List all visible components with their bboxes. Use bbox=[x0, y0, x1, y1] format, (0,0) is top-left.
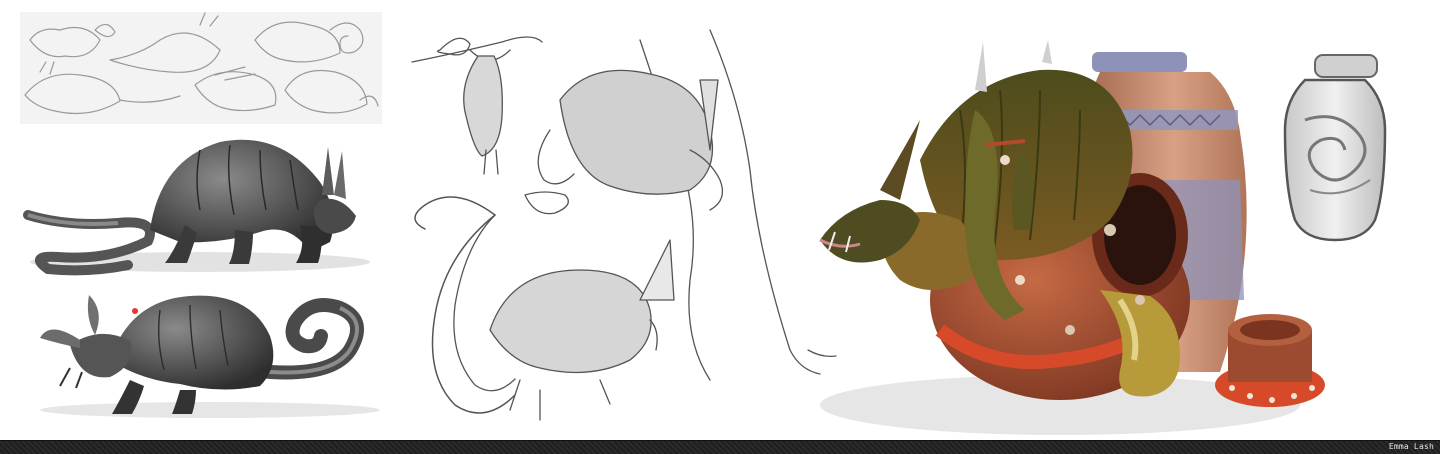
concept-art-sheet bbox=[0, 0, 1440, 453]
red-dot-marker bbox=[132, 308, 138, 314]
glass-jar-with-creature bbox=[1283, 54, 1387, 242]
thumbnail-sketch-strip bbox=[20, 12, 382, 124]
line-sketches-panel bbox=[411, 29, 837, 421]
footer-bar bbox=[0, 440, 1440, 454]
lid-on-ground bbox=[1215, 314, 1325, 407]
gray-creature-render-bottom bbox=[40, 295, 380, 418]
colored-creature-illustration bbox=[819, 40, 1387, 435]
artist-credit: Emma Lash bbox=[1388, 442, 1434, 451]
gray-creature-render-top bbox=[23, 139, 370, 276]
artwork-canvas bbox=[20, 12, 1387, 435]
